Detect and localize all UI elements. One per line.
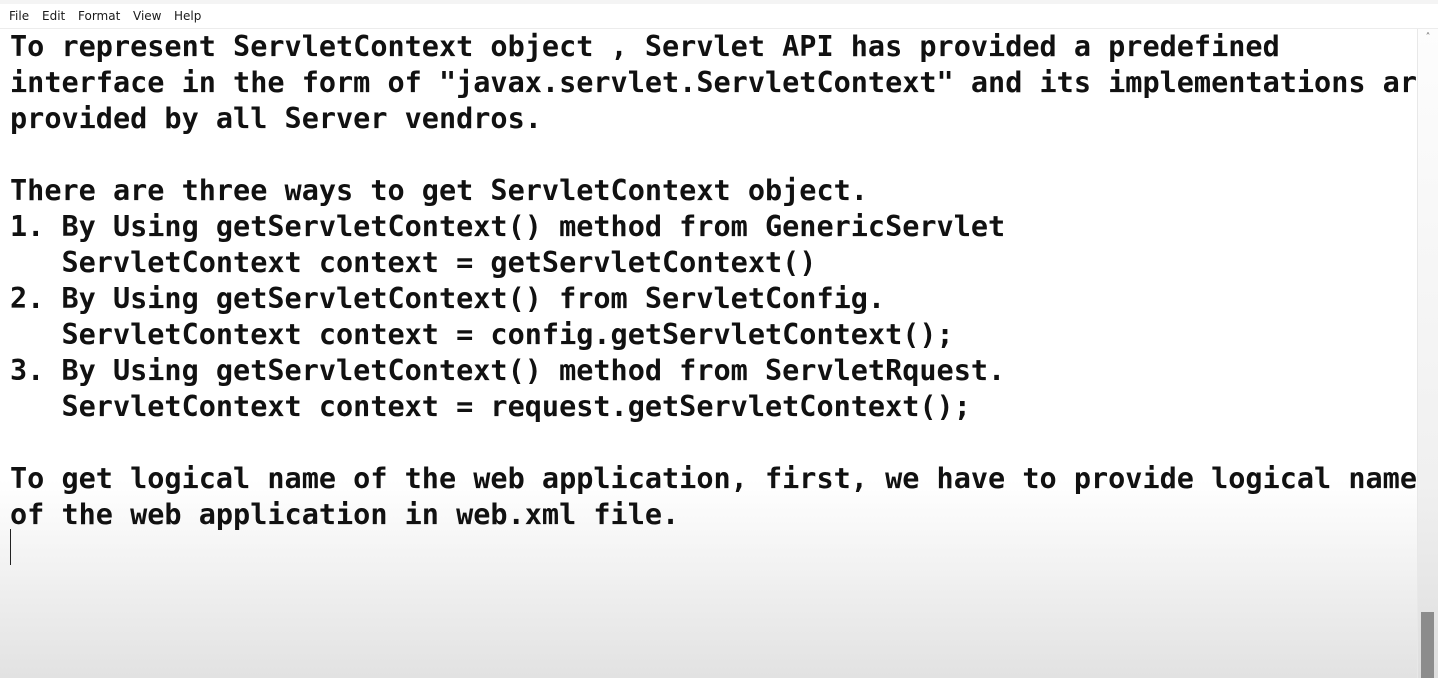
scrollbar-thumb[interactable] (1421, 612, 1434, 678)
title-bar-text-remnant (28, 0, 248, 2)
menu-bar: File Edit Format View Help (0, 4, 1438, 29)
text-editor-area[interactable]: To represent ServletContext object , Ser… (0, 29, 1434, 678)
text-line: of the web application in web.xml file. (10, 498, 680, 531)
text-line: To represent ServletContext object , Ser… (10, 30, 1280, 63)
text-line: To get logical name of the web applicati… (10, 462, 1417, 495)
menu-format[interactable]: Format (77, 9, 121, 23)
text-line: ServletContext context = getServletConte… (10, 246, 817, 279)
vertical-scrollbar[interactable]: ˄ (1417, 29, 1438, 678)
text-line: ServletContext context = config.getServl… (10, 318, 954, 351)
chevron-up-icon[interactable]: ˄ (1418, 31, 1438, 45)
notepad-window: File Edit Format View Help To represent … (0, 0, 1438, 678)
menu-help[interactable]: Help (173, 9, 202, 23)
menu-edit[interactable]: Edit (41, 9, 66, 23)
text-line: 3. By Using getServletContext() method f… (10, 354, 1006, 387)
text-line: interface in the form of "javax.servlet.… (10, 66, 1435, 99)
text-caret (10, 529, 11, 565)
text-line: ServletContext context = request.getServ… (10, 390, 971, 423)
menu-view[interactable]: View (132, 9, 162, 23)
menu-file[interactable]: File (8, 9, 30, 23)
text-line: 2. By Using getServletContext() from Ser… (10, 282, 886, 315)
text-line: There are three ways to get ServletConte… (10, 174, 868, 207)
text-line: 1. By Using getServletContext() method f… (10, 210, 1006, 243)
text-line: provided by all Server vendros. (10, 102, 542, 135)
